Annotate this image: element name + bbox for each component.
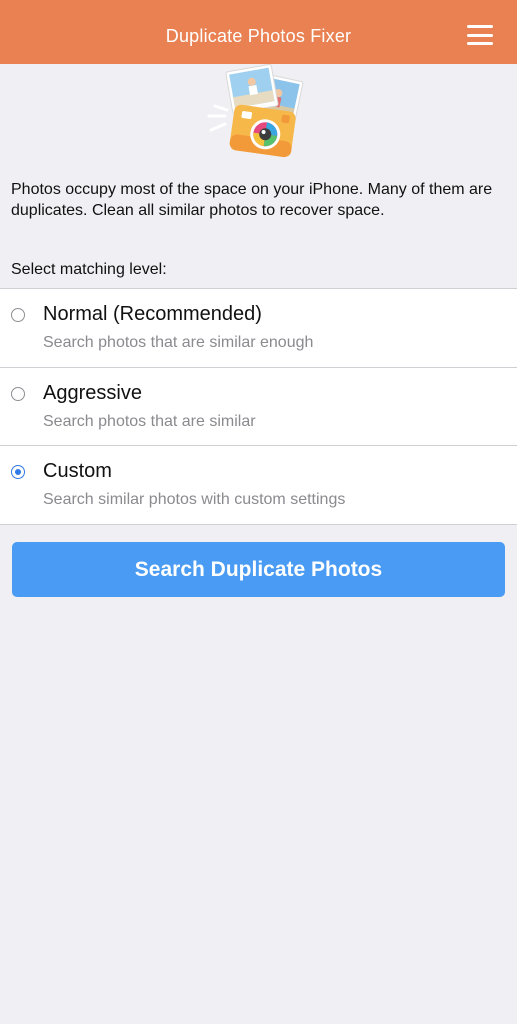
intro-text: Photos occupy most of the space on your …: [11, 181, 493, 219]
option-custom-subtitle: Search similar photos with custom settin…: [43, 491, 346, 508]
hamburger-menu-icon[interactable]: [467, 25, 493, 45]
search-duplicate-photos-button[interactable]: Search Duplicate Photos: [12, 542, 505, 597]
camera-photos-illustration: [203, 63, 307, 164]
radio-custom[interactable]: [11, 465, 25, 479]
option-normal[interactable]: Normal (Recommended) Search photos that …: [0, 289, 517, 368]
matching-level-options: Normal (Recommended) Search photos that …: [0, 288, 517, 525]
app-title: Duplicate Photos Fixer: [165, 25, 352, 46]
option-aggressive-subtitle: Search photos that are similar: [43, 412, 256, 430]
option-normal-subtitle: Search photos that are similar enough: [43, 334, 314, 351]
app-header: Duplicate Photos Fixer: [0, 0, 517, 64]
matching-level-label: Select matching level:: [11, 261, 167, 278]
option-custom-title: Custom: [43, 460, 112, 482]
option-normal-title: Normal (Recommended): [43, 303, 262, 325]
radio-normal[interactable]: [11, 308, 25, 322]
option-custom[interactable]: Custom Search similar photos with custom…: [0, 446, 517, 525]
radio-aggressive[interactable]: [11, 386, 25, 401]
option-aggressive[interactable]: Aggressive Search photos that are simila…: [0, 368, 517, 446]
option-aggressive-title: Aggressive: [43, 381, 142, 404]
